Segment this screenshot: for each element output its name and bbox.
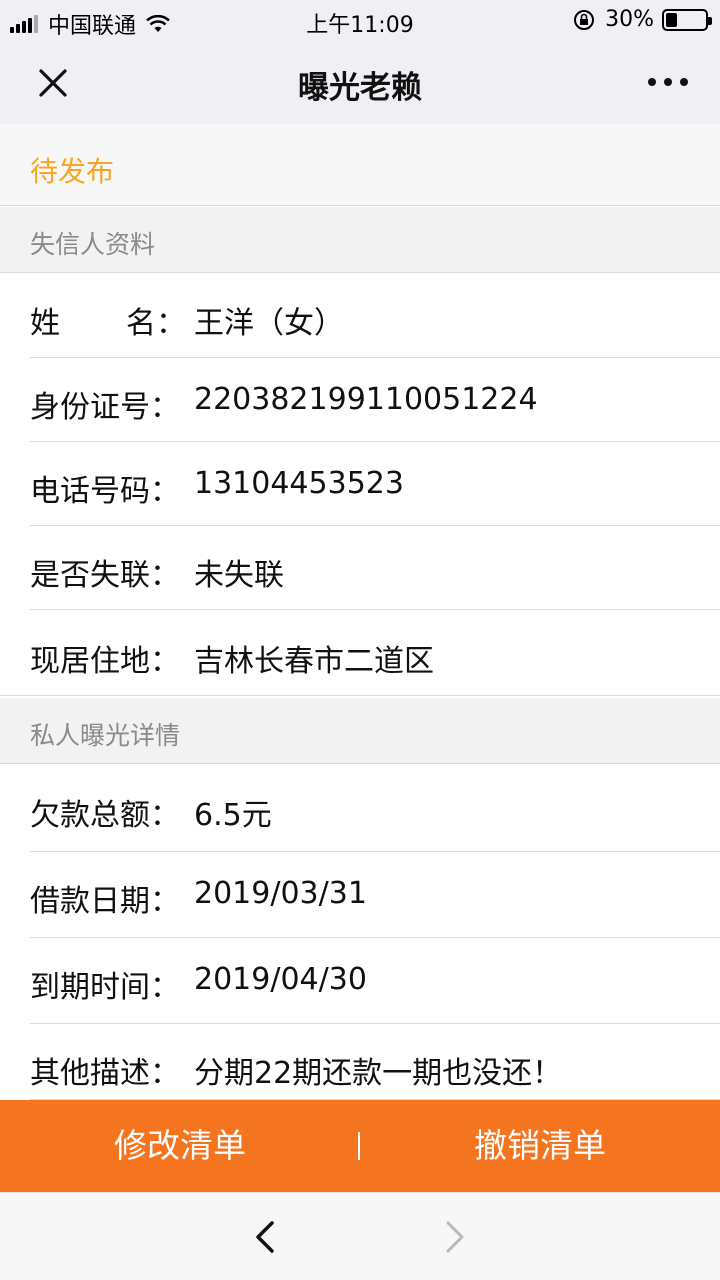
row-label-address: 现居住地： — [30, 644, 180, 679]
action-bar: 修改清单 撤销清单 — [0, 1100, 720, 1192]
revoke-list-button[interactable]: 撤销清单 — [360, 1100, 720, 1192]
row-value-lost: 未失联 — [194, 558, 284, 593]
forward-arrow-icon[interactable] — [440, 1217, 470, 1257]
row-label-id: 身份证号： — [30, 390, 180, 425]
row-name: 姓 名： 王洋（女） — [0, 274, 720, 358]
status-bar: 中国联通 上午11:09 30% — [0, 0, 720, 42]
row-value-due-date: 2019/04/30 — [194, 962, 367, 997]
row-amount: 欠款总额： 6.5元 — [0, 766, 720, 852]
page-title: 曝光老赖 — [298, 70, 422, 106]
row-value-id: 220382199110051224 — [194, 382, 538, 417]
publish-status-label: 待发布 — [30, 155, 115, 188]
row-value-loan-date: 2019/03/31 — [194, 876, 367, 911]
edit-list-button[interactable]: 修改清单 — [0, 1100, 360, 1192]
row-value-amount: 6.5元 — [194, 798, 272, 833]
row-value-description: 分期22期还款一期也没还！ — [194, 1056, 563, 1091]
more-icon[interactable] — [648, 72, 688, 92]
row-value-phone[interactable]: 13104453523 — [194, 466, 404, 501]
status-right: 30% — [573, 7, 712, 32]
row-value-name: 王洋（女） — [194, 306, 344, 341]
row-description: 其他描述： 分期22期还款一期也没还！ — [0, 1024, 720, 1100]
row-label-description: 其他描述： — [30, 1056, 180, 1091]
battery-icon — [662, 8, 712, 31]
row-address: 现居住地： 吉林长春市二道区 — [0, 612, 720, 696]
section-title-exposure: 私人曝光详情 — [30, 721, 181, 750]
row-label-lost: 是否失联： — [30, 558, 180, 593]
section-title-profile: 失信人资料 — [30, 230, 156, 259]
battery-percent: 30% — [605, 7, 654, 32]
row-label-name-part2: 名： — [126, 306, 186, 341]
row-value-address: 吉林长春市二道区 — [194, 644, 434, 679]
row-label-phone: 电话号码： — [30, 474, 180, 509]
nav-bar: 曝光老赖 — [0, 42, 720, 124]
row-loan-date: 借款日期： 2019/03/31 — [0, 852, 720, 938]
row-id: 身份证号： 220382199110051224 — [0, 358, 720, 442]
row-label-due-date: 到期时间： — [30, 970, 180, 1005]
row-label-name: 姓 名： — [30, 298, 186, 342]
row-label-name-part1: 姓 — [30, 306, 60, 341]
section-header-exposure: 私人曝光详情 — [0, 698, 720, 764]
rotation-lock-icon — [574, 9, 595, 30]
row-label-amount: 欠款总额： — [30, 798, 180, 833]
row-lost: 是否失联： 未失联 — [0, 526, 720, 610]
back-arrow-icon[interactable] — [250, 1217, 280, 1257]
browser-bottom-nav — [0, 1192, 720, 1280]
row-phone: 电话号码： 13104453523 — [0, 442, 720, 526]
row-due-date: 到期时间： 2019/04/30 — [0, 938, 720, 1024]
publish-status-row: 待发布 — [0, 124, 720, 206]
row-label-loan-date: 借款日期： — [30, 884, 180, 919]
battery-fill — [666, 12, 677, 27]
section-header-profile: 失信人资料 — [0, 207, 720, 273]
